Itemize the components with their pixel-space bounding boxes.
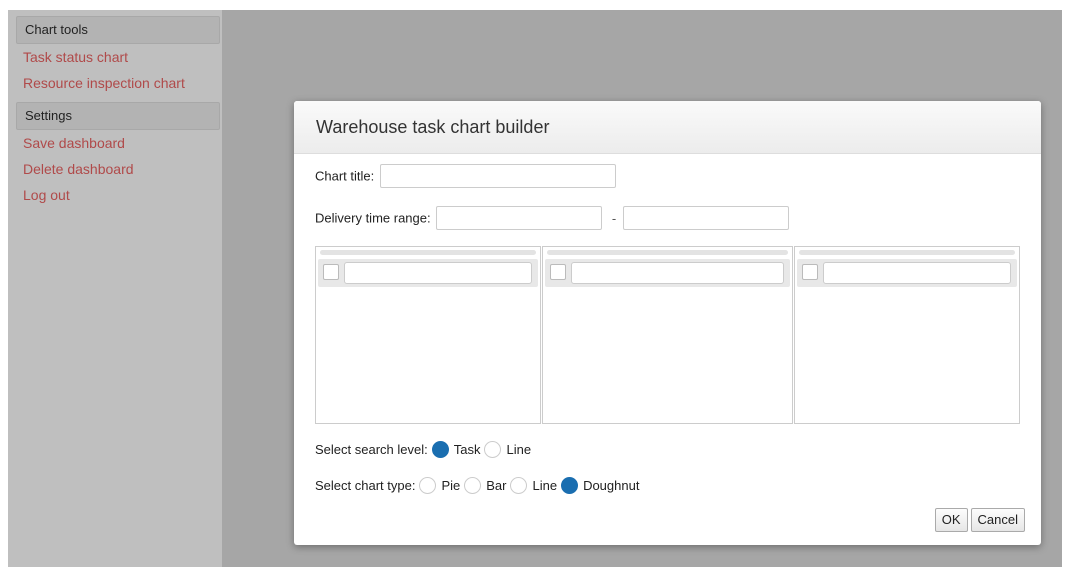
sidebar-item-save-dashboard[interactable]: Save dashboard [8, 130, 222, 156]
chart-title-row: Chart title: [315, 164, 616, 188]
search-level-row: Select search level: Task Line [315, 441, 531, 458]
chart-type-doughnut-label[interactable]: Doughnut [583, 478, 639, 493]
ok-button[interactable]: OK [934, 508, 968, 532]
search-level-task-radio[interactable] [431, 441, 449, 458]
select-all-checkbox[interactable] [550, 264, 566, 280]
sidebar-item-resource-inspection-chart[interactable]: Resource inspection chart [8, 70, 222, 96]
selection-lists [315, 246, 1020, 424]
sidebar-item-delete-dashboard[interactable]: Delete dashboard [8, 156, 222, 182]
sidebar: Chart tools Task status chart Resource i… [8, 10, 222, 567]
list-filter-input[interactable] [823, 262, 1011, 284]
chart-title-label: Chart title: [315, 168, 375, 184]
search-level-line-label[interactable]: Line [506, 442, 531, 457]
sidebar-header-chart-tools: Chart tools [16, 16, 220, 44]
list-scrollbar[interactable] [799, 250, 1015, 255]
search-level-label: Select search level: [315, 442, 428, 457]
chart-type-line-radio[interactable] [510, 477, 528, 494]
delivery-time-row: Delivery time range: - [315, 206, 789, 230]
list-filter-row [797, 259, 1017, 287]
delivery-time-label: Delivery time range: [315, 210, 431, 226]
selection-list[interactable] [794, 246, 1020, 424]
chart-type-bar-radio[interactable] [464, 477, 482, 494]
chart-title-input[interactable] [379, 164, 616, 188]
dialog-buttons: OK Cancel [934, 508, 1025, 532]
sidebar-header-settings: Settings [16, 102, 220, 130]
delivery-to-input[interactable] [622, 206, 789, 230]
search-level-task-label[interactable]: Task [454, 442, 481, 457]
select-all-checkbox[interactable] [802, 264, 818, 280]
cancel-button[interactable]: Cancel [970, 508, 1025, 532]
chart-builder-dialog: Warehouse task chart builder Chart title… [294, 101, 1041, 545]
list-filter-row [318, 259, 538, 287]
chart-type-row: Select chart type: Pie Bar Line Doughnut [315, 477, 639, 494]
chart-type-line-label[interactable]: Line [532, 478, 557, 493]
chart-type-pie-label[interactable]: Pie [441, 478, 460, 493]
chart-type-pie-radio[interactable] [419, 477, 437, 494]
delivery-from-input[interactable] [436, 206, 603, 230]
delivery-range-separator: - [611, 210, 617, 226]
list-scrollbar[interactable] [320, 250, 536, 255]
search-level-line-radio[interactable] [484, 441, 502, 458]
list-filter-input[interactable] [344, 262, 532, 284]
dialog-title: Warehouse task chart builder [294, 101, 1041, 154]
sidebar-item-log-out[interactable]: Log out [8, 182, 222, 208]
chart-type-bar-label[interactable]: Bar [486, 478, 506, 493]
select-all-checkbox[interactable] [323, 264, 339, 280]
list-filter-row [545, 259, 790, 287]
list-scrollbar[interactable] [547, 250, 788, 255]
selection-list[interactable] [315, 246, 541, 424]
sidebar-item-task-status-chart[interactable]: Task status chart [8, 44, 222, 70]
chart-type-label: Select chart type: [315, 478, 416, 493]
selection-list[interactable] [542, 246, 793, 424]
chart-type-doughnut-radio[interactable] [561, 477, 579, 494]
list-filter-input[interactable] [571, 262, 784, 284]
